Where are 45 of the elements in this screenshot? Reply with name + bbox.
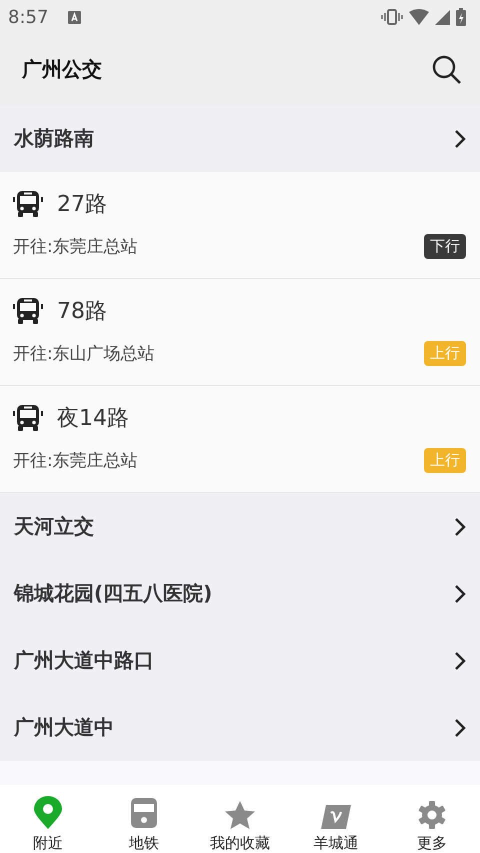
- search-icon[interactable]: [432, 54, 462, 84]
- chevron-right-icon: [454, 650, 466, 670]
- vibrate-icon: [381, 9, 403, 25]
- train-icon: [131, 798, 157, 830]
- stop-name: 天河立交: [14, 513, 94, 540]
- route-name: 27路: [57, 191, 107, 219]
- route-destination: 开往:东莞庄总站: [13, 236, 138, 258]
- bus-icon: [13, 297, 43, 325]
- signal-icon: [435, 10, 450, 24]
- nav-tab[interactable]: 附近: [0, 787, 96, 853]
- star-icon: [224, 800, 256, 830]
- route-name: 夜14路: [57, 405, 129, 433]
- stop-row[interactable]: 天河立交: [0, 493, 480, 560]
- stop-row[interactable]: 广州大道中: [0, 694, 480, 761]
- direction-tag: 下行: [424, 234, 466, 259]
- nav-tab[interactable]: 更多: [384, 787, 480, 853]
- wifi-icon: [409, 9, 429, 25]
- notification-icon: [68, 10, 82, 24]
- stop-name: 水荫路南: [14, 125, 94, 152]
- stop-name: 广州大道中: [14, 714, 114, 741]
- chevron-right-icon: [454, 516, 466, 536]
- nav-tab[interactable]: 我的收藏: [192, 787, 288, 853]
- status-time: 8:57: [8, 6, 48, 28]
- location-pin-icon: [33, 796, 63, 830]
- chevron-right-icon: [454, 718, 466, 738]
- route-destination: 开往:东莞庄总站: [13, 450, 138, 472]
- chevron-right-icon: [454, 584, 466, 604]
- chevron-right-icon: [454, 128, 466, 148]
- stop-name: 锦城花园(四五八医院): [14, 580, 212, 607]
- battery-icon: [456, 8, 466, 26]
- stop-row[interactable]: 水荫路南: [0, 105, 480, 172]
- stop-name: 广州大道中路口: [14, 647, 154, 674]
- direction-tag: 上行: [424, 448, 466, 473]
- route-destination: 开往:东山广场总站: [13, 343, 155, 365]
- gear-icon: [417, 800, 447, 830]
- direction-tag: 上行: [424, 341, 466, 366]
- route-name: 78路: [57, 298, 107, 326]
- stop-row[interactable]: 锦城花园(四五八医院): [0, 560, 480, 627]
- card-icon: [320, 804, 352, 830]
- stop-row[interactable]: 广州大道中路口: [0, 627, 480, 694]
- nav-tab[interactable]: 地铁: [96, 787, 192, 853]
- bus-icon: [13, 404, 43, 432]
- app-title: 广州公交: [22, 56, 102, 83]
- bus-icon: [13, 190, 43, 218]
- nav-tab[interactable]: 羊城通: [288, 787, 384, 853]
